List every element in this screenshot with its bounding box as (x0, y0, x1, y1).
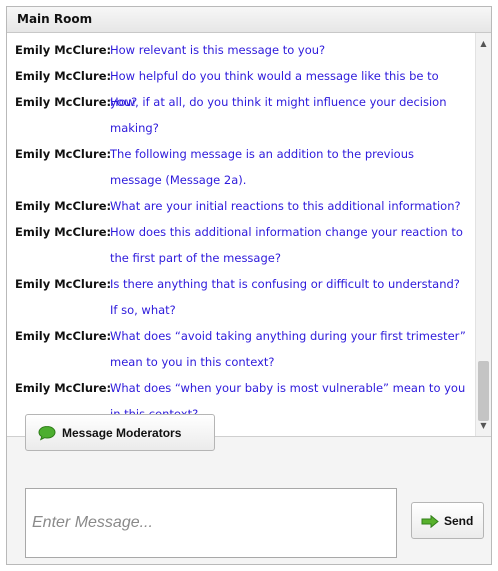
message-text: What does “avoid taking anything during … (110, 329, 466, 369)
message-list[interactable]: Emily McClure: How relevant is this mess… (7, 33, 491, 437)
message-text: The following message is an addition to … (110, 147, 414, 187)
message-moderators-label: Message Moderators (62, 426, 182, 440)
message-item: Emily McClure: How relevant is this mess… (15, 37, 467, 63)
message-sender: Emily McClure: (15, 381, 112, 395)
message-text: How, if at all, do you think it might in… (110, 95, 447, 135)
message-item: Emily McClure: Is there anything that is… (15, 271, 467, 323)
message-item: Emily McClure: The following message is … (15, 141, 467, 193)
vertical-scrollbar[interactable]: ▲ ▼ (475, 33, 491, 436)
message-input[interactable] (25, 488, 397, 558)
message-sender: Emily McClure: (15, 69, 112, 83)
message-sender: Emily McClure: (15, 95, 112, 109)
room-title: Main Room (17, 12, 93, 26)
scroll-up-icon[interactable]: ▲ (476, 37, 491, 51)
message-item: Emily McClure: How does this additional … (15, 219, 467, 271)
message-sender: Emily McClure: (15, 199, 112, 213)
scroll-down-icon[interactable]: ▼ (476, 419, 491, 433)
message-sender: Emily McClure: (15, 43, 112, 57)
message-text: How does this additional information cha… (110, 225, 463, 265)
send-label: Send (444, 514, 474, 528)
message-sender: Emily McClure: (15, 225, 112, 239)
message-item: Emily McClure: What are your initial rea… (15, 193, 467, 219)
message-text: Is there anything that is confusing or d… (110, 277, 460, 317)
speech-bubble-icon (38, 425, 56, 444)
message-sender: Emily McClure: (15, 147, 112, 161)
message-sender: Emily McClure: (15, 329, 112, 343)
message-text: How relevant is this message to you? (110, 43, 326, 57)
room-title-bar: Main Room (7, 7, 491, 33)
chat-panel: Main Room Emily McClure: How relevant is… (6, 6, 492, 565)
message-item: Emily McClure: How, if at all, do you th… (15, 89, 467, 141)
scrollbar-thumb[interactable] (478, 361, 489, 421)
message-item: Emily McClure: What does “avoid taking a… (15, 323, 467, 375)
message-sender: Emily McClure: (15, 277, 112, 291)
message-moderators-button[interactable]: Message Moderators (25, 414, 215, 451)
arrow-right-icon (421, 514, 439, 531)
message-text: What are your initial reactions to this … (110, 199, 461, 213)
send-button[interactable]: Send (411, 502, 484, 539)
